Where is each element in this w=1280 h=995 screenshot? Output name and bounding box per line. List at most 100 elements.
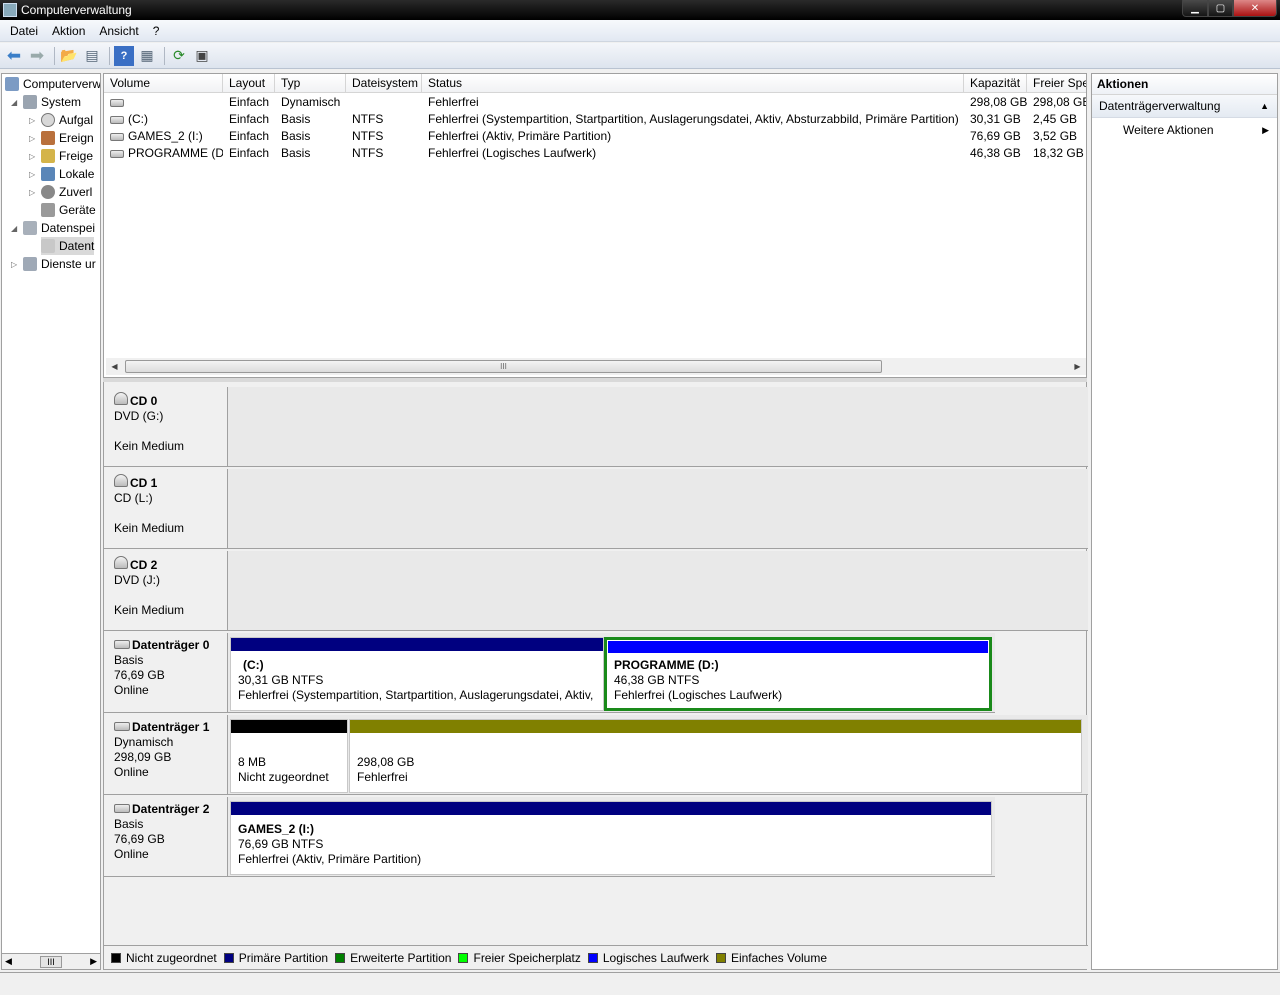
show-hide-tree-icon[interactable]: ▤ — [82, 46, 102, 66]
col-dateisystem[interactable]: Dateisystem — [346, 74, 422, 93]
scroll-left-icon[interactable]: ◀ — [5, 956, 12, 967]
scroll-right-icon[interactable]: ▶ — [1069, 362, 1086, 371]
table-row[interactable]: (C:) Einfach Basis NTFS Fehlerfrei (Syst… — [104, 111, 1086, 128]
submenu-arrow-icon: ▶ — [1262, 125, 1269, 135]
actions-pane: Aktionen Datenträgerverwaltung ▲ Weitere… — [1091, 73, 1278, 970]
menu-help[interactable]: ? — [146, 24, 167, 38]
toolbar: ⬅ ➡ 📂 ▤ ? ▦ ⟳ ▣ — [0, 43, 1280, 69]
hard-disk-icon — [114, 640, 130, 649]
help-icon[interactable]: ? — [114, 45, 134, 66]
partition-bar — [231, 638, 603, 651]
table-row[interactable]: Einfach Dynamisch Fehlerfrei 298,08 GB 2… — [104, 94, 1086, 111]
disk-label[interactable]: Datenträger 1 Dynamisch 298,09 GB Online — [104, 715, 228, 795]
partition-unallocated[interactable]: 8 MB Nicht zugeordnet — [230, 719, 348, 793]
disk-row-1: Datenträger 1 Dynamisch 298,09 GB Online… — [104, 715, 1088, 797]
menu-bar: Datei Aktion Ansicht ? — [0, 20, 1280, 42]
scroll-left-icon[interactable]: ◀ — [106, 362, 123, 371]
collapsed-icon[interactable]: ▷ — [29, 116, 39, 125]
partition-c[interactable]: (C:) 30,31 GB NTFS Fehlerfrei (Systempar… — [230, 637, 604, 711]
computer-icon — [5, 77, 19, 91]
properties-icon[interactable]: ▦ — [137, 46, 157, 66]
export-list-icon[interactable]: ▣ — [192, 46, 212, 66]
disk-icon — [110, 132, 124, 141]
minimize-button[interactable]: ▁ — [1182, 0, 1208, 17]
disk-icon — [110, 115, 124, 124]
disk-label[interactable]: Datenträger 2 Basis 76,69 GB Online — [104, 797, 228, 877]
disk-label[interactable]: CD 0 DVD (G:) Kein Medium — [104, 387, 228, 467]
tree-item-dienste[interactable]: ▷ Dienste ur — [11, 255, 96, 273]
disk-graphical-view: CD 0 DVD (G:) Kein Medium CD 1 CD (L:) K… — [103, 382, 1088, 970]
expanded-icon[interactable]: ◢ — [11, 224, 21, 233]
maximize-button[interactable]: ▢ — [1208, 0, 1233, 17]
cd-drive-icon — [114, 474, 128, 487]
disk-row-cd1: CD 1 CD (L:) Kein Medium — [104, 469, 1088, 551]
disk-management-pane: Volume Layout Typ Dateisystem Status Kap… — [103, 73, 1088, 970]
collapse-up-icon[interactable]: ▲ — [1260, 95, 1269, 118]
disk-body: GAMES_2 (I:) 76,69 GB NTFS Fehlerfrei (A… — [228, 797, 995, 877]
services-icon — [23, 257, 37, 271]
title-bar: Computerverwaltung ▁ ▢ ✕ — [0, 0, 1280, 20]
disk-body — [228, 469, 1088, 549]
col-volume[interactable]: Volume — [104, 74, 223, 93]
disk-label[interactable]: CD 2 DVD (J:) Kein Medium — [104, 551, 228, 631]
collapsed-icon[interactable]: ▷ — [11, 260, 21, 269]
legend-item: Erweiterte Partition — [335, 951, 451, 965]
tree-item-lokale[interactable]: ▷ Lokale — [29, 165, 94, 183]
disk-row-2: Datenträger 2 Basis 76,69 GB Online GAME… — [104, 797, 1088, 879]
forward-icon[interactable]: ➡ — [27, 46, 47, 66]
partition-simple-volume[interactable]: 298,08 GB Fehlerfrei — [349, 719, 1082, 793]
partition-bar — [350, 720, 1081, 733]
col-kapazitaet[interactable]: Kapazität — [964, 74, 1027, 93]
tree-scrollbar[interactable]: ◀ III ▶ — [1, 953, 101, 970]
tree-item-freigaben[interactable]: ▷ Freige — [29, 147, 93, 165]
collapsed-icon[interactable]: ▷ — [29, 170, 39, 179]
collapsed-icon[interactable]: ▷ — [29, 152, 39, 161]
disk-label[interactable]: Datenträger 0 Basis 76,69 GB Online — [104, 633, 228, 713]
collapsed-icon[interactable]: ▷ — [29, 188, 39, 197]
expanded-icon[interactable]: ◢ — [11, 98, 21, 107]
tree-item-zuverlaessigkeit[interactable]: ▷ Zuverl — [29, 183, 92, 201]
table-row[interactable]: GAMES_2 (I:) Einfach Basis NTFS Fehlerfr… — [104, 128, 1086, 145]
device-manager-icon — [41, 203, 55, 217]
menu-ansicht[interactable]: Ansicht — [92, 24, 145, 38]
cd-drive-icon — [114, 556, 128, 569]
actions-section-datentraegerverwaltung[interactable]: Datenträgerverwaltung ▲ — [1092, 95, 1277, 118]
close-button[interactable]: ✕ — [1233, 0, 1277, 17]
col-freier-speicher[interactable]: Freier Spe — [1027, 74, 1086, 93]
tree-item-aufgaben[interactable]: ▷ Aufgal — [29, 111, 93, 129]
window-title: Computerverwaltung — [21, 3, 132, 17]
partition-bar — [231, 802, 991, 815]
cd-drive-icon — [114, 392, 128, 405]
col-status[interactable]: Status — [422, 74, 964, 93]
scroll-thumb[interactable]: III — [40, 955, 62, 968]
scroll-thumb[interactable]: III — [125, 360, 882, 373]
menu-datei[interactable]: Datei — [3, 24, 45, 38]
volume-list: Volume Layout Typ Dateisystem Status Kap… — [103, 73, 1087, 378]
refresh-icon[interactable]: ⟳ — [169, 46, 189, 66]
col-typ[interactable]: Typ — [275, 74, 346, 93]
scroll-right-icon[interactable]: ▶ — [90, 956, 97, 967]
tree-item-geraete[interactable]: Geräte — [41, 201, 96, 219]
menu-aktion[interactable]: Aktion — [45, 24, 92, 38]
back-icon[interactable]: ⬅ — [4, 46, 24, 66]
tree-item-system[interactable]: ◢ System — [11, 93, 81, 111]
up-folder-icon[interactable]: 📂 — [59, 46, 79, 66]
tree-item-datenspeicher[interactable]: ◢ Datenspei — [11, 219, 95, 237]
console-tree: Computerverw ◢ System ▷ Aufgal ▷ Ereign ▷ Fr… — [1, 73, 101, 970]
partition-d[interactable]: PROGRAMME (D:) 46,38 GB NTFS Fehlerfrei … — [604, 637, 992, 711]
tree-item-computerverwaltung[interactable]: Computerverw — [5, 75, 100, 93]
disk-body: 8 MB Nicht zugeordnet 298,08 GB Fehlerfr… — [228, 715, 1088, 795]
tree-item-datentraeger[interactable]: Datent — [41, 237, 95, 255]
table-row[interactable]: PROGRAMME (D:) Einfach Basis NTFS Fehler… — [104, 145, 1086, 162]
legend-item: Primäre Partition — [223, 951, 328, 965]
hard-disk-icon — [114, 722, 130, 731]
partition-games[interactable]: GAMES_2 (I:) 76,69 GB NTFS Fehlerfrei (A… — [230, 801, 992, 875]
volume-list-hscrollbar[interactable]: ◀ III ▶ — [106, 358, 1086, 375]
legend: Nicht zugeordnet Primäre Partition Erwei… — [104, 945, 1088, 969]
more-actions-item[interactable]: Weitere Aktionen ▶ — [1092, 118, 1277, 142]
col-layout[interactable]: Layout — [223, 74, 275, 93]
disk-label[interactable]: CD 1 CD (L:) Kein Medium — [104, 469, 228, 549]
collapsed-icon[interactable]: ▷ — [29, 134, 39, 143]
disk-row-0: Datenträger 0 Basis 76,69 GB Online (C:)… — [104, 633, 1088, 715]
tree-item-ereignis[interactable]: ▷ Ereign — [29, 129, 94, 147]
